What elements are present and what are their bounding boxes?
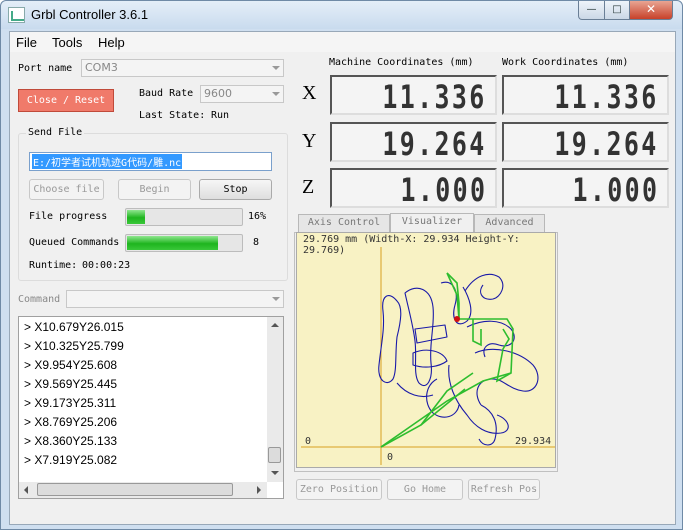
log-line: > X10.679Y26.015: [24, 320, 124, 334]
chevron-down-icon: [272, 92, 280, 96]
file-path-text: E:/初学者试机轨迹G代码/雕.nc: [32, 154, 183, 169]
visualizer-x-zero: 0: [387, 452, 394, 463]
choose-file-button[interactable]: Choose file: [29, 179, 104, 200]
file-path-input[interactable]: E:/初学者试机轨迹G代码/雕.nc: [29, 152, 272, 171]
file-progress-bar: [125, 208, 243, 226]
machine-x-value: 11.336: [382, 78, 487, 116]
baud-value: 9600: [204, 87, 232, 100]
axis-y-label: Y: [302, 130, 317, 152]
window-title: Grbl Controller 3.6.1: [31, 7, 149, 22]
tab-visualizer[interactable]: Visualizer: [390, 213, 474, 233]
close-reset-button[interactable]: Close / Reset: [18, 89, 114, 112]
go-home-button[interactable]: Go Home: [387, 479, 463, 500]
log-hscroll-thumb[interactable]: [37, 483, 233, 496]
begin-button[interactable]: Begin: [118, 179, 191, 200]
tab-axis-control[interactable]: Axis Control: [298, 214, 390, 232]
menu-bar: File Tools Help: [10, 32, 675, 52]
log-line: > X7.919Y25.082: [24, 453, 118, 467]
command-label: Command: [18, 294, 61, 305]
log-line: > X10.325Y25.799: [24, 339, 124, 353]
machine-y-display: 19.264: [330, 122, 497, 163]
command-input[interactable]: [66, 290, 284, 308]
log-line: > X8.769Y25.206: [24, 415, 118, 429]
machine-x-display: 11.336: [330, 75, 497, 116]
tool-position-marker: [454, 316, 460, 322]
work-z-value: 1.000: [572, 171, 659, 209]
send-file-title: Send File: [26, 127, 85, 138]
axis-x-label: X: [302, 82, 317, 104]
queued-commands-count: 8: [253, 237, 260, 248]
zero-position-button[interactable]: Zero Position: [296, 479, 382, 500]
log-line: > X9.954Y25.608: [24, 358, 118, 372]
file-progress-label: File progress: [29, 211, 108, 222]
menu-tools[interactable]: Tools: [52, 35, 82, 50]
work-z-display: 1.000: [502, 168, 669, 209]
visualizer-canvas[interactable]: 29.769 mm (Width-X: 29.934 Height-Y: 29.…: [296, 232, 556, 468]
menu-file[interactable]: File: [16, 35, 37, 50]
log-line: > X9.173Y25.311: [24, 396, 117, 410]
work-coords-title: Work Coordinates (mm): [502, 57, 629, 68]
command-log[interactable]: > X10.679Y26.015 > X10.325Y25.799 > X9.9…: [18, 316, 284, 499]
visualizer-header: 29.769 mm (Width-X: 29.934 Height-Y: 29.…: [303, 234, 520, 256]
machine-y-value: 19.264: [382, 125, 487, 163]
axis-z-label: Z: [302, 176, 315, 198]
queued-commands-fill: [127, 236, 218, 250]
tab-advanced[interactable]: Advanced: [474, 214, 545, 232]
scroll-right-icon[interactable]: [257, 486, 261, 494]
work-x-value: 11.336: [554, 78, 659, 116]
log-vertical-scrollbar[interactable]: [267, 317, 283, 482]
toolpath-plot: [301, 247, 555, 465]
work-x-display: 11.336: [502, 75, 669, 116]
scroll-down-icon[interactable]: [271, 471, 279, 475]
port-label: Port name: [18, 63, 73, 74]
runtime-value: 00:00:23: [82, 260, 131, 271]
visualizer-x-max: 29.934: [515, 436, 552, 447]
app-icon: [8, 7, 25, 23]
work-y-value: 19.264: [554, 125, 659, 163]
queued-commands-bar: [125, 234, 243, 252]
file-progress-percent: 16%: [248, 211, 267, 222]
maximize-button[interactable]: □: [604, 1, 630, 20]
machine-z-value: 1.000: [400, 171, 487, 209]
scroll-left-icon[interactable]: [24, 486, 28, 494]
refresh-pos-button[interactable]: Refresh Pos: [468, 479, 540, 500]
minimize-button[interactable]: —: [578, 1, 605, 20]
chevron-down-icon: [272, 66, 280, 70]
baud-label: Baud Rate: [139, 88, 194, 99]
port-value: COM3: [85, 61, 118, 74]
last-state-label: Last State:: [139, 110, 206, 121]
scroll-up-icon[interactable]: [271, 323, 279, 327]
work-y-display: 19.264: [502, 122, 669, 163]
last-state-value: Run: [211, 110, 230, 121]
runtime-label: Runtime:: [29, 260, 78, 271]
file-progress-fill: [127, 210, 145, 224]
log-line: > X9.569Y25.445: [24, 377, 118, 391]
client-area: File Tools Help Port name COM3 Close / R…: [9, 31, 676, 525]
visualizer-y-zero: 0: [305, 436, 312, 447]
stop-button[interactable]: Stop: [199, 179, 272, 200]
port-select[interactable]: COM3: [81, 59, 284, 77]
log-line: > X8.360Y25.133: [24, 434, 118, 448]
menu-help[interactable]: Help: [98, 35, 125, 50]
queued-commands-label: Queued Commands: [29, 237, 120, 248]
app-window: Grbl Controller 3.6.1 — □ ✕ File Tools H…: [0, 0, 683, 530]
machine-z-display: 1.000: [330, 168, 497, 209]
chevron-down-icon: [272, 297, 280, 301]
close-window-button[interactable]: ✕: [629, 1, 673, 20]
machine-coords-title: Machine Coordinates (mm): [329, 57, 474, 68]
title-bar[interactable]: Grbl Controller 3.6.1 — □ ✕: [1, 1, 682, 29]
log-vscroll-thumb[interactable]: [268, 447, 281, 463]
command-log-items: > X10.679Y26.015 > X10.325Y25.799 > X9.9…: [19, 318, 267, 470]
baud-select[interactable]: 9600: [200, 85, 284, 103]
log-horizontal-scrollbar[interactable]: [19, 482, 267, 498]
